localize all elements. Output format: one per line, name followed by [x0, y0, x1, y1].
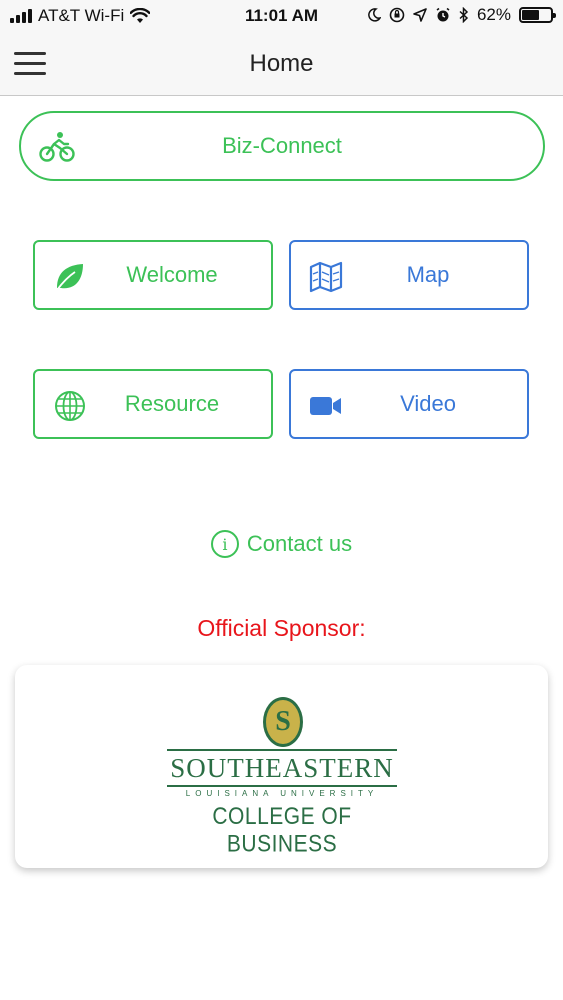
map-button[interactable]: Map: [289, 240, 529, 310]
logo-name: SOUTHEASTERN: [170, 753, 394, 783]
sponsor-logo: S SOUTHEASTERN LOUISIANA UNIVERSITY COLL…: [167, 697, 397, 857]
logo-rule-top: [167, 749, 397, 751]
welcome-button[interactable]: Welcome: [33, 240, 273, 310]
sponsor-card[interactable]: S SOUTHEASTERN LOUISIANA UNIVERSITY COLL…: [15, 665, 548, 868]
sponsor-label: Official Sponsor:: [197, 615, 366, 641]
info-icon: i: [210, 530, 239, 558]
resource-button[interactable]: Resource: [33, 369, 273, 439]
biz-connect-button[interactable]: Biz-Connect: [19, 111, 545, 181]
video-camera-icon: [309, 389, 343, 423]
contact-us-link[interactable]: i Contact us: [0, 530, 563, 558]
battery-percent: 62%: [476, 5, 511, 24]
logo-rule-bottom: [167, 785, 397, 787]
logo-subtitle: LOUISIANA UNIVERSITY: [185, 789, 379, 798]
alarm-icon: [436, 7, 450, 22]
globe-icon: [53, 389, 87, 423]
moon-icon: [368, 8, 381, 22]
logo-college: COLLEGE OF BUSINESS: [212, 803, 352, 858]
status-bar-right: 62%: [367, 5, 556, 25]
logo-seal-icon: S: [263, 697, 303, 747]
bluetooth-icon: [459, 7, 469, 23]
status-bar: AT&T Wi-Fi 11:01 AM 62%: [0, 0, 563, 32]
battery-icon: [519, 7, 556, 23]
page-title: Home: [249, 50, 314, 77]
location-icon: [413, 8, 427, 22]
orientation-lock-icon: [389, 7, 405, 23]
battery-fill: [522, 10, 540, 20]
nav-bar: Home: [0, 32, 563, 96]
contact-us-label: Contact us: [246, 531, 353, 556]
video-button[interactable]: Video: [289, 369, 529, 439]
map-icon: [309, 260, 343, 294]
bicycle-icon: [39, 130, 75, 164]
biz-connect-label: Biz-Connect: [222, 133, 342, 158]
leaf-icon: [53, 260, 87, 294]
